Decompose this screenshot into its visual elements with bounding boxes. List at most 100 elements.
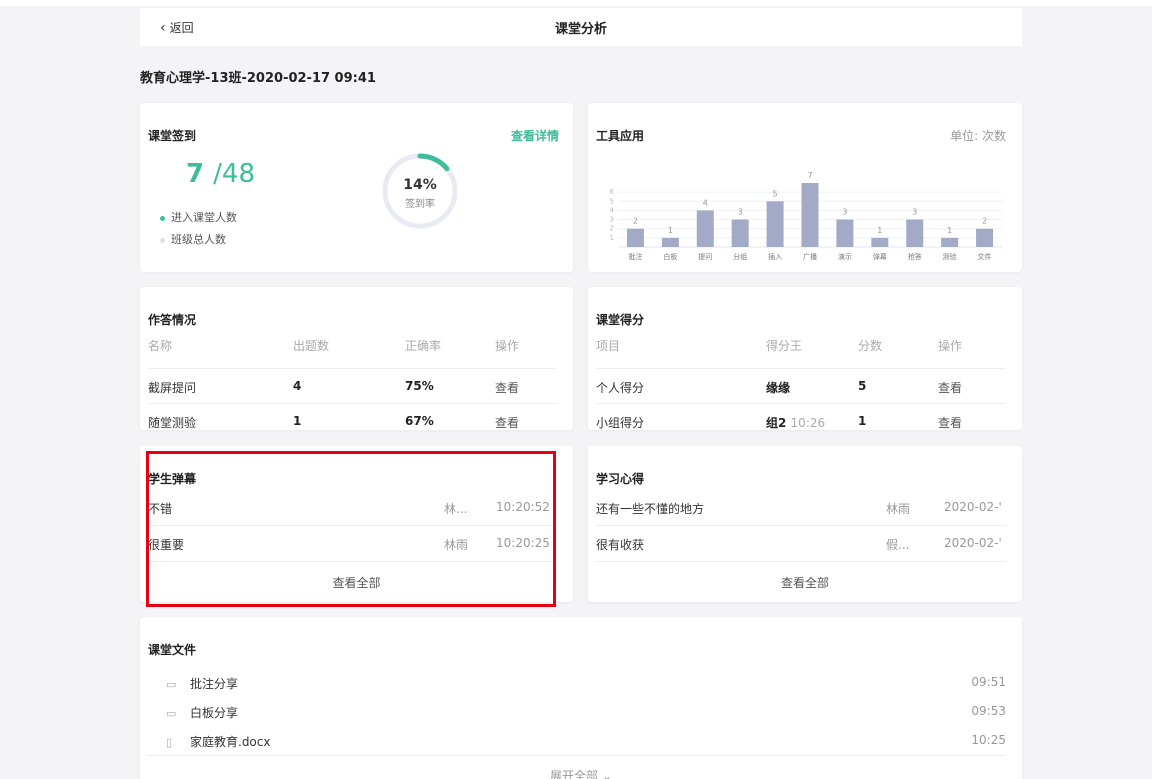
- donut-text: 14% 签到率: [380, 177, 460, 210]
- y-tick-label: 2: [610, 225, 614, 233]
- insight-date: 2020-02-': [944, 536, 1002, 550]
- expand-label: 展开全部: [550, 769, 599, 779]
- bar-value-label: 3: [738, 208, 743, 217]
- tools-title: 工具应用: [596, 129, 645, 143]
- list-item: 不错 林... 10:20:52: [148, 490, 557, 526]
- insight-user: 林雨: [886, 502, 911, 516]
- bar-value-label: 3: [912, 208, 917, 217]
- see-all-danmaku-button[interactable]: 查看全部: [140, 574, 573, 591]
- checkin-card: 课堂签到 查看详情 7 /48 进入课堂人数 班级总人数 14% 签到率: [140, 103, 573, 272]
- table-row: 随堂测验 1 67% 查看: [148, 404, 557, 439]
- scores-table: 项目 得分王 分数 操作 个人得分 缘缘 5 查看 小组得分 组2 10:26 …: [596, 335, 1006, 439]
- danmaku-user: 林雨: [444, 538, 469, 552]
- bar-value-label: 7: [807, 171, 812, 180]
- x-tick-label: 弹幕: [873, 252, 887, 261]
- table-row: 个人得分 缘缘 5 查看: [596, 369, 1006, 404]
- bar-value-label: 3: [842, 208, 847, 217]
- header-score: 分数: [858, 339, 883, 353]
- class-title: 教育心理学-13班-2020-02-17 09:41: [140, 71, 376, 86]
- danmaku-time: 10:20:52: [496, 500, 550, 514]
- view-button[interactable]: 查看: [938, 379, 962, 396]
- danmaku-text: 很重要: [148, 538, 185, 552]
- insight-date: 2020-02-': [944, 500, 1002, 514]
- scores-title: 课堂得分: [596, 313, 645, 327]
- checkin-rate: 14%: [403, 177, 437, 193]
- bar: [836, 219, 854, 247]
- x-tick-label: 广播: [803, 252, 817, 261]
- legend-entered-label: 进入课堂人数: [171, 211, 237, 224]
- folder-icon: ▭: [166, 707, 177, 720]
- checkin-count: 7 /48: [186, 159, 255, 189]
- see-all-insights-button[interactable]: 查看全部: [588, 574, 1022, 591]
- file-name: 家庭教育.docx: [190, 735, 271, 749]
- row-king: 组2 10:26: [766, 414, 825, 431]
- bar: [976, 228, 994, 247]
- legend-entered: 进入课堂人数: [160, 209, 237, 225]
- king-name: 组2: [766, 416, 787, 430]
- header-rate: 正确率: [405, 339, 442, 353]
- king-name: 缘缘: [766, 381, 791, 395]
- expand-all-button[interactable]: 展开全部 ⌄: [140, 767, 1022, 779]
- view-button[interactable]: 查看: [495, 379, 519, 396]
- bar-value-label: 1: [668, 226, 673, 235]
- insights-title: 学习心得: [596, 472, 645, 486]
- file-name: 批注分享: [190, 677, 239, 691]
- row-count: 1: [293, 414, 302, 428]
- divider: [146, 755, 1006, 756]
- view-button[interactable]: 查看: [938, 414, 962, 431]
- bar-value-label: 1: [947, 226, 952, 235]
- bar: [766, 201, 784, 247]
- insights-list: 还有一些不懂的地方 林雨 2020-02-' 很有收获 假... 2020-02…: [596, 490, 1006, 562]
- legend-total: 班级总人数: [160, 231, 226, 247]
- header-king: 得分王: [766, 339, 803, 353]
- bar: [626, 228, 644, 247]
- file-row[interactable]: ▭ 批注分享 09:51: [166, 675, 1006, 697]
- file-time: 09:53: [971, 704, 1006, 718]
- x-tick-label: 演示: [838, 252, 852, 261]
- bar-value-label: 2: [633, 217, 638, 226]
- checkin-title: 课堂签到: [148, 129, 197, 143]
- row-count: 4: [293, 379, 302, 393]
- bar: [941, 237, 959, 247]
- bar: [696, 210, 714, 247]
- danmaku-title: 学生弹幕: [148, 472, 197, 486]
- dot-icon: [160, 215, 165, 221]
- y-tick-label: 3: [610, 216, 614, 224]
- x-tick-label: 文件: [978, 252, 992, 261]
- bar: [906, 219, 924, 247]
- row-name: 随堂测验: [148, 416, 197, 430]
- total-count: /48: [213, 159, 255, 189]
- file-icon: ▯: [166, 736, 173, 749]
- tools-unit: 单位: 次数: [950, 129, 1006, 143]
- header-item: 项目: [596, 339, 621, 353]
- row-rate: 75%: [405, 379, 434, 393]
- view-button[interactable]: 查看: [495, 414, 519, 431]
- view-details-link[interactable]: 查看详情: [511, 127, 559, 144]
- row-item: 个人得分: [596, 381, 645, 395]
- header-op: 操作: [938, 339, 963, 353]
- scores-card: 课堂得分 项目 得分王 分数 操作 个人得分 缘缘 5 查看 小组得分 组2 1…: [588, 287, 1022, 430]
- danmaku-card: 学生弹幕 不错 林... 10:20:52 很重要 林雨 10:20:25 查看…: [140, 446, 573, 602]
- file-row[interactable]: ▯ 家庭教育.docx 10:25: [166, 733, 1006, 755]
- bar: [731, 219, 749, 247]
- danmaku-text: 不错: [148, 502, 173, 516]
- answers-title: 作答情况: [148, 313, 197, 327]
- dot-icon: [160, 237, 165, 243]
- x-tick-label: 测验: [943, 252, 957, 261]
- bar-value-label: 2: [982, 217, 987, 226]
- files-card: 课堂文件 ▭ 批注分享 09:51 ▭ 白板分享 09:53 ▯ 家庭教育.docx …: [140, 617, 1022, 779]
- files-title: 课堂文件: [148, 643, 197, 657]
- header-bar: ‹ 返回 课堂分析: [140, 8, 1022, 46]
- checkin-rate-label: 签到率: [405, 199, 435, 210]
- table-header: 项目 得分王 分数 操作: [596, 335, 1006, 369]
- row-score: 5: [858, 379, 867, 393]
- row-rate: 67%: [405, 414, 434, 428]
- header-name: 名称: [148, 339, 173, 353]
- chevron-down-icon: ⌄: [601, 769, 612, 779]
- file-name: 白板分享: [190, 706, 239, 720]
- king-time: 10:26: [790, 416, 826, 430]
- table-row: 截屏提问 4 75% 查看: [148, 369, 557, 404]
- file-row[interactable]: ▭ 白板分享 09:53: [166, 704, 1006, 726]
- insights-card: 学习心得 还有一些不懂的地方 林雨 2020-02-' 很有收获 假... 20…: [588, 446, 1022, 602]
- bar-value-label: 5: [773, 189, 778, 198]
